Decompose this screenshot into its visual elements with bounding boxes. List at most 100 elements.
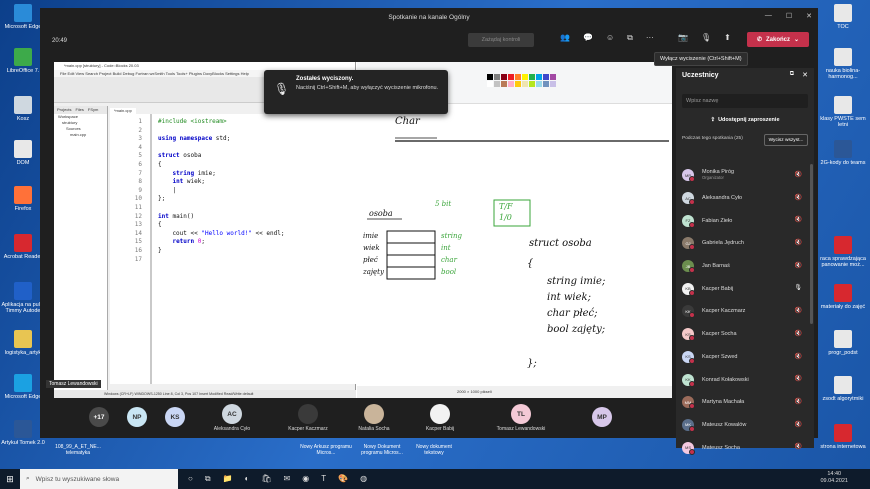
mic-muted-icon: 🔇 — [794, 172, 802, 178]
cortana-icon[interactable]: ○ — [188, 474, 193, 484]
participant-row[interactable]: JB Jan Barnaś 🔇 — [676, 255, 814, 278]
participant-row[interactable]: KS Kacper Socha 🔇 — [676, 323, 814, 346]
desktop-icon[interactable]: 2G-kody do teams — [820, 140, 866, 166]
participant-row[interactable]: MK Mateusz Kowalów 🔇 — [676, 414, 814, 437]
palette-color[interactable] — [529, 74, 535, 80]
code-text: cout << "Hello world!" << endl; — [158, 229, 285, 237]
desktop-file[interactable]: 108_99_A_ET_NE... telematyka — [52, 444, 104, 456]
more-participants[interactable]: +17 — [80, 398, 118, 438]
desktop-icon[interactable]: zsodt algorytmiki — [820, 376, 866, 402]
share-invite-button[interactable]: ⇪ Udostępnij zaproszenie — [682, 114, 808, 126]
participant-role: Organizator — [702, 175, 724, 181]
video-tile[interactable]: MP — [564, 398, 640, 438]
firefox-icon[interactable]: ◍ — [360, 474, 367, 484]
desktop-icon[interactable]: nauka biolina-harmonog... — [820, 48, 866, 80]
palette-color[interactable] — [536, 74, 542, 80]
palette-color[interactable] — [522, 74, 528, 80]
desktop-icon[interactable]: progr_podst — [820, 330, 866, 356]
camera-off-icon[interactable]: 📷 — [678, 33, 688, 42]
mute-all-button[interactable]: Wycisz wszyst... — [764, 134, 808, 146]
video-tile[interactable]: Kacper Kaczmarz — [270, 398, 346, 438]
chrome-icon[interactable]: ◉ — [302, 474, 309, 484]
os-search-box[interactable]: ⌕ Wpisz tu wyszukiwane słowa — [20, 469, 178, 489]
participant-row[interactable]: KK Kacper Kaczmarz 🔇 — [676, 300, 814, 323]
struct-field-name: zajęty — [363, 268, 384, 276]
desktop-file[interactable]: Nowy dokument tekstowy — [408, 444, 460, 456]
palette-color[interactable] — [508, 81, 514, 87]
palette-color[interactable] — [515, 74, 521, 80]
palette-color[interactable] — [501, 74, 507, 80]
palette-color[interactable] — [515, 81, 521, 87]
explorer-icon[interactable]: 📁 — [223, 474, 233, 484]
video-tile[interactable]: AC Aleksandra Cyło — [194, 398, 270, 438]
palette-color[interactable] — [550, 81, 556, 87]
participant-name: Kacper Kaczmarz — [702, 308, 745, 314]
palette-color[interactable] — [529, 81, 535, 87]
video-tile[interactable]: NP — [118, 398, 156, 438]
participant-row[interactable]: MS Mateusz Socha 🔇 — [676, 436, 814, 459]
teams-meeting-window: Spotkanie na kanale Ogólny — ☐ ✕ 20:49 Z… — [40, 8, 818, 455]
close-pane-icon[interactable]: ✕ — [802, 71, 808, 79]
mic-muted-icon: 🎙 — [274, 82, 290, 96]
system-clock[interactable]: 14:40 09.04.2021 — [820, 471, 848, 485]
desktop-icon[interactable]: TOC — [820, 4, 866, 30]
store-icon[interactable]: 🛍 — [261, 474, 271, 484]
desktop-icon[interactable]: materiały do zajęć — [820, 284, 866, 310]
more-options-icon[interactable]: ··· — [646, 33, 654, 43]
rooms-icon[interactable]: ⧉ — [627, 33, 633, 43]
participant-row[interactable]: FZ Fabian Zieło 🔇 — [676, 209, 814, 232]
edge-icon[interactable]: ◐ — [245, 474, 250, 484]
participant-name: Mateusz Socha — [702, 445, 740, 451]
palette-color[interactable] — [487, 74, 493, 80]
desktop-file-label: Nowy dokument tekstowy — [416, 444, 452, 456]
windows-start-icon[interactable]: ⊞ — [0, 474, 20, 485]
popout-icon[interactable]: ⧉ — [790, 71, 794, 78]
palette-color[interactable] — [543, 74, 549, 80]
participant-row[interactable]: MP Monika Piróg Organizator 🔇 — [676, 164, 814, 187]
request-control-button[interactable]: Zażądaj kontroli — [468, 33, 534, 47]
participant-row[interactable]: AC Aleksandra Cyło 🔇 — [676, 187, 814, 210]
participant-row[interactable]: KS Kacper Szwed 🔇 — [676, 346, 814, 369]
desktop-icon[interactable]: strona internetowa — [820, 424, 866, 450]
participant-row[interactable]: MM Martyna Machała 🔇 — [676, 391, 814, 414]
palette-color[interactable] — [543, 81, 549, 87]
avatar: KS — [165, 407, 185, 427]
palette-color[interactable] — [487, 81, 493, 87]
paint-icon[interactable]: 🎨 — [338, 474, 348, 484]
desktop-file[interactable]: Nowy Dokument programu Micros... — [356, 444, 408, 456]
in-meeting-section[interactable]: Podczas tego spotkania (25) Wycisz wszys… — [682, 134, 808, 148]
maximize-icon[interactable]: ☐ — [786, 12, 792, 20]
tree-item[interactable]: main.cpp — [54, 132, 107, 138]
palette-color[interactable] — [536, 81, 542, 87]
palette-color[interactable] — [508, 74, 514, 80]
palette-color[interactable] — [494, 74, 500, 80]
minimize-icon[interactable]: — — [765, 12, 772, 20]
video-tile[interactable]: KS — [156, 398, 194, 438]
palette-color[interactable] — [494, 81, 500, 87]
close-icon[interactable]: ✕ — [806, 12, 812, 20]
leave-button[interactable]: ✆ Zakończ ⌄ — [747, 32, 809, 47]
code-text: }; — [158, 195, 166, 203]
mic-muted-icon[interactable]: 🎙 — [701, 33, 711, 42]
palette-color[interactable] — [550, 74, 556, 80]
reactions-icon[interactable]: ☺ — [606, 33, 614, 43]
participants-icon[interactable]: 👥 — [560, 33, 570, 43]
video-tile[interactable]: Kacper Babij — [402, 398, 478, 438]
participant-row[interactable]: KB Kacper Babij 🎙 — [676, 277, 814, 300]
video-tile[interactable]: TL Tomasz Lewandowski — [478, 398, 564, 438]
desktop-icon[interactable]: klasy PWSTE sem letni — [820, 96, 866, 128]
share-icon[interactable]: ⬆ — [724, 33, 731, 42]
desktop-file[interactable]: Nowy Arkusz programu Micros... — [300, 444, 352, 456]
palette-color[interactable] — [522, 81, 528, 87]
chat-icon[interactable]: 💬 — [583, 33, 593, 43]
participant-row[interactable]: KK Konrad Kołakowski 🔇 — [676, 368, 814, 391]
mail-icon[interactable]: ✉ — [284, 474, 291, 484]
participant-row[interactable]: GJ Gabriela Jędruch 🔇 — [676, 232, 814, 255]
palette-color[interactable] — [501, 81, 507, 87]
participant-search-input[interactable]: Wpisz nazwę — [682, 94, 808, 108]
video-tile[interactable]: Natalia Socha — [346, 398, 402, 438]
teams-icon[interactable]: T — [321, 474, 326, 484]
desktop-icon[interactable]: raca sprawdzająca panowanie moż... — [820, 236, 866, 268]
pane-scrollbar[interactable] — [810, 164, 813, 324]
task-view-icon[interactable]: ⧉ — [205, 474, 211, 484]
